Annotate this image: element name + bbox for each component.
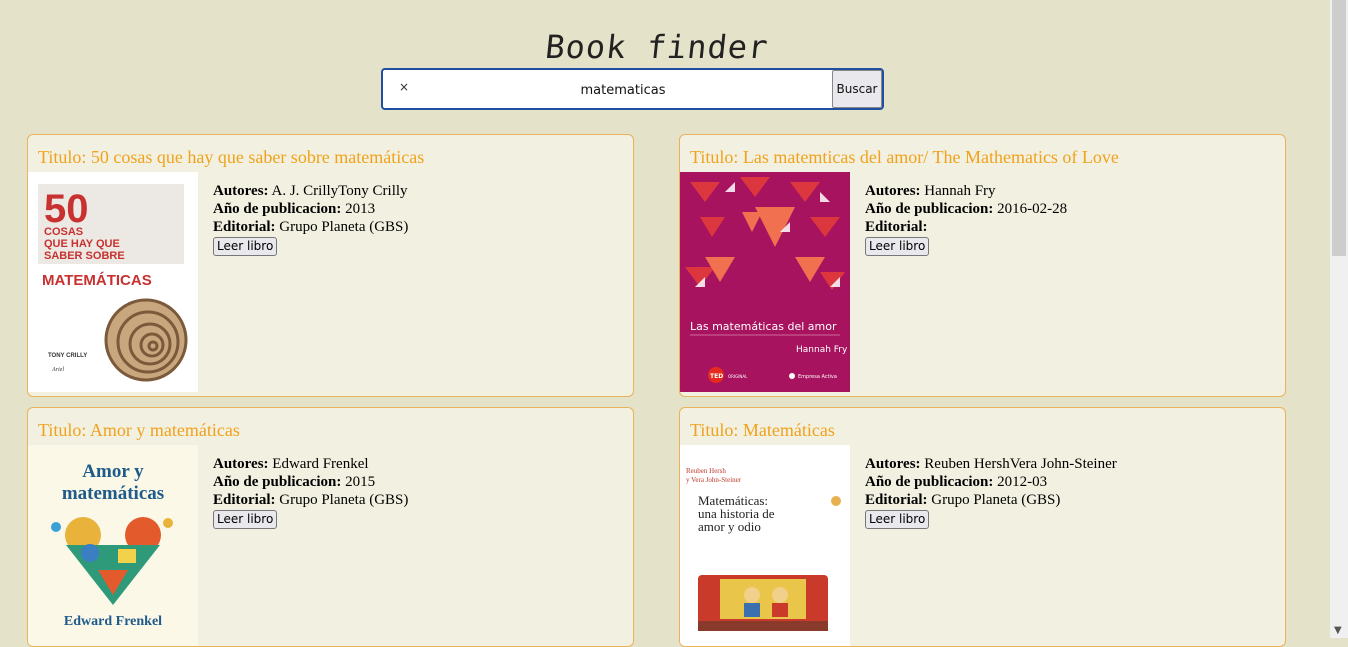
publisher-label: Editorial: bbox=[865, 492, 928, 508]
cover-text: Las matemáticas del amor bbox=[690, 320, 837, 333]
cover-text: matemáticas bbox=[62, 483, 164, 504]
cover-text: amor y odio bbox=[698, 519, 761, 534]
book-year: 2015 bbox=[345, 474, 376, 490]
book-publisher: Grupo Planeta (GBS) bbox=[279, 219, 409, 235]
authors-label: Autores: bbox=[865, 183, 921, 199]
cover-text: SABER SOBRE bbox=[44, 250, 125, 262]
book-authors: Reuben HershVera John-Steiner bbox=[924, 456, 1117, 472]
cover-text: 50 bbox=[44, 187, 89, 231]
cover-text: TONY CRILLY bbox=[48, 353, 87, 359]
book-card: Titulo: 50 cosas que hay que saber sobre… bbox=[27, 134, 634, 397]
book-info: Autores: Edward Frenkel Año de publicaci… bbox=[213, 455, 408, 529]
book-card: Titulo: Amor y matemáticas Amor y matemá… bbox=[27, 407, 634, 647]
publisher-label: Editorial: bbox=[865, 219, 928, 235]
cover-text: Hannah Fry bbox=[796, 345, 848, 355]
read-book-button[interactable]: Leer libro bbox=[213, 510, 278, 529]
book-cover-image: Amor y matemáticas Edward Frenkel bbox=[28, 445, 198, 646]
publisher-label: Editorial: bbox=[213, 219, 276, 235]
authors-label: Autores: bbox=[213, 456, 269, 472]
year-label: Año de publicacion: bbox=[213, 201, 342, 217]
book-title: Titulo: Matemáticas bbox=[690, 420, 835, 440]
book-year: 2016-02-28 bbox=[997, 201, 1068, 217]
cover-text: COSAS bbox=[44, 226, 83, 238]
cover-text: MATEMÁTICAS bbox=[42, 272, 152, 289]
cover-text: Empresa Activa bbox=[798, 374, 837, 380]
book-authors: A. J. CrillyTony Crilly bbox=[271, 183, 408, 199]
search-button[interactable]: Buscar bbox=[832, 70, 882, 108]
vertical-scrollbar[interactable]: ▼ bbox=[1330, 0, 1348, 638]
cover-text: ORIGINAL bbox=[728, 374, 748, 379]
page-title: Book finder bbox=[543, 28, 771, 66]
publisher-label: Editorial: bbox=[213, 492, 276, 508]
clear-search-icon[interactable]: × bbox=[399, 80, 409, 94]
book-publisher: Grupo Planeta (GBS) bbox=[279, 492, 409, 508]
book-year: 2013 bbox=[345, 201, 376, 217]
book-info: Autores: Hannah Fry Año de publicacion: … bbox=[865, 182, 1067, 256]
year-label: Año de publicacion: bbox=[865, 474, 994, 490]
book-year: 2012-03 bbox=[997, 474, 1048, 490]
authors-label: Autores: bbox=[213, 183, 269, 199]
year-label: Año de publicacion: bbox=[865, 201, 994, 217]
book-info: Autores: A. J. CrillyTony Crilly Año de … bbox=[213, 182, 408, 256]
book-authors: Hannah Fry bbox=[924, 183, 996, 199]
cover-text: Amor y bbox=[82, 461, 144, 482]
book-card: Titulo: Matemáticas Reuben Hersh y Vera … bbox=[679, 407, 1286, 647]
read-book-button[interactable]: Leer libro bbox=[865, 510, 930, 529]
scroll-down-icon[interactable]: ▼ bbox=[1334, 625, 1342, 636]
book-cover-image: Reuben Hersh y Vera John-Steiner Matemát… bbox=[680, 445, 850, 646]
read-book-button[interactable]: Leer libro bbox=[865, 237, 930, 256]
scrollbar-thumb[interactable] bbox=[1332, 0, 1346, 256]
search-bar: × Buscar bbox=[381, 68, 884, 110]
book-info: Autores: Reuben HershVera John-Steiner A… bbox=[865, 455, 1117, 529]
cover-text: y Vera John-Steiner bbox=[686, 476, 742, 484]
year-label: Año de publicacion: bbox=[213, 474, 342, 490]
book-title: Titulo: Las matemticas del amor/ The Mat… bbox=[690, 147, 1119, 167]
book-title: Titulo: Amor y matemáticas bbox=[38, 420, 240, 440]
authors-label: Autores: bbox=[865, 456, 921, 472]
book-authors: Edward Frenkel bbox=[272, 456, 369, 472]
cover-text: TED bbox=[710, 373, 723, 380]
book-publisher: Grupo Planeta (GBS) bbox=[931, 492, 1061, 508]
search-input[interactable] bbox=[413, 76, 833, 104]
cover-text: QUE HAY QUE bbox=[44, 238, 120, 250]
book-card: Titulo: Las matemticas del amor/ The Mat… bbox=[679, 134, 1286, 397]
book-cover-image: Las matemáticas del amor Hannah Fry TED … bbox=[680, 172, 850, 392]
read-book-button[interactable]: Leer libro bbox=[213, 237, 278, 256]
book-title: Titulo: 50 cosas que hay que saber sobre… bbox=[38, 147, 425, 167]
book-cover-image: 50 COSAS QUE HAY QUE SABER SOBRE MATEMÁT… bbox=[28, 172, 198, 392]
cover-text: Edward Frenkel bbox=[64, 614, 162, 629]
cover-text: Reuben Hersh bbox=[686, 467, 726, 475]
cover-text: Ariel bbox=[51, 367, 64, 373]
